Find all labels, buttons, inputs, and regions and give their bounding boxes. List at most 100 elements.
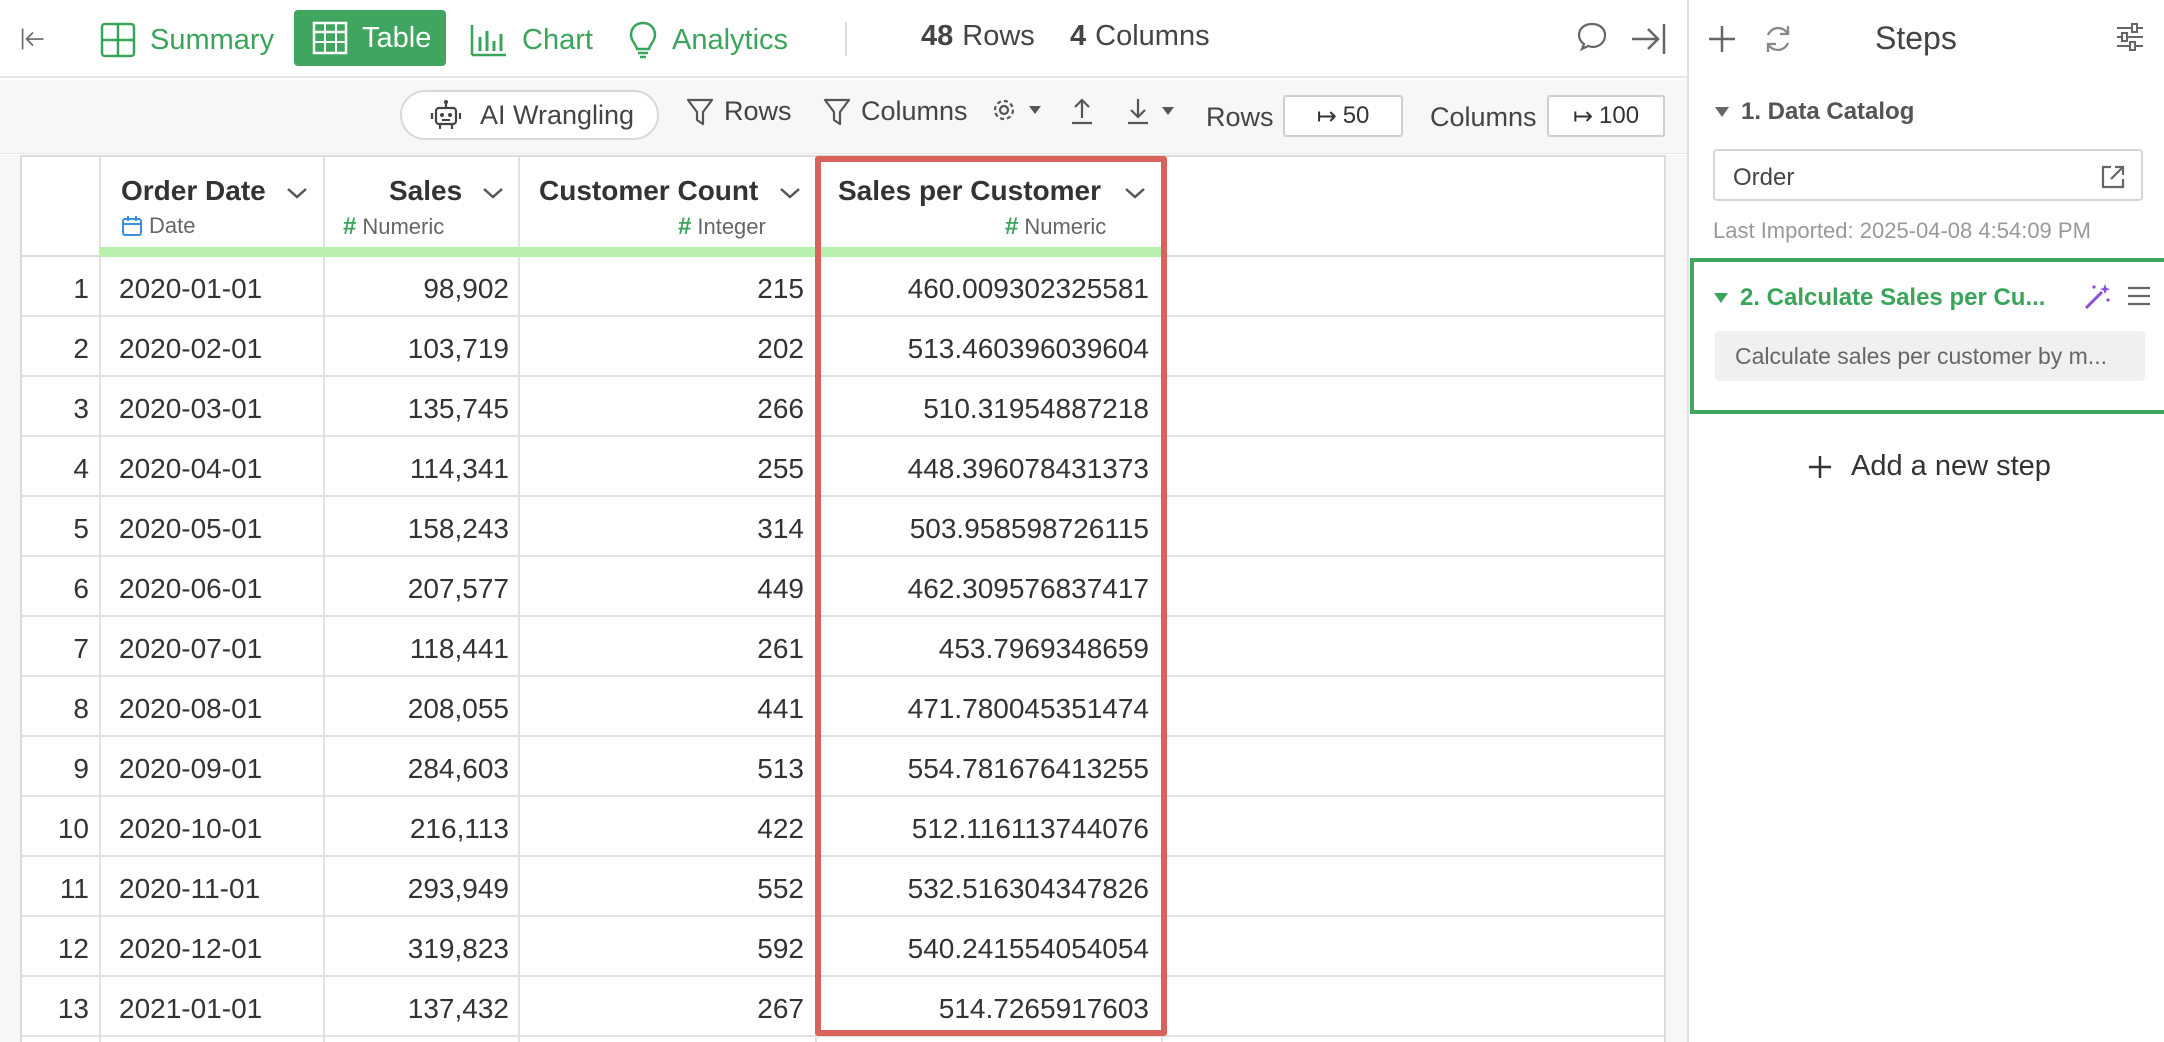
table-cell[interactable]: 2020-03-01 [119,393,262,425]
step-data-catalog-header[interactable]: 1. Data Catalog [1715,98,1914,126]
columns-filter-button[interactable]: Columns [823,96,968,127]
table-cell[interactable]: 513.460396039604 [908,333,1149,365]
table-cell[interactable]: 2021-01-01 [119,993,262,1025]
table-cell[interactable]: 510.31954887218 [923,393,1149,425]
table-row[interactable]: 9 2020-09-01 284,603 513 554.781676413255 [22,737,1664,797]
table-cell[interactable]: 284,603 [408,753,509,785]
tab-table[interactable]: Table [294,10,446,66]
table-cell[interactable]: 103,719 [408,333,509,365]
table-cell[interactable]: 2020-07-01 [119,633,262,665]
table-cell[interactable]: 158,243 [408,513,509,545]
table-cell[interactable]: 503.958598726115 [910,513,1149,545]
table-cell[interactable]: 554.781676413255 [908,753,1149,785]
table-cell[interactable]: 552 [757,873,804,905]
chevron-down-icon[interactable] [778,185,802,201]
table-cell[interactable]: 314 [757,513,804,545]
collapse-panel-icon[interactable] [1630,20,1682,58]
table-cell[interactable]: 2020-08-01 [119,693,262,725]
table-cell[interactable]: 2020-09-01 [119,753,262,785]
table-cell[interactable]: 261 [757,633,804,665]
table-cell[interactable]: 98,902 [423,273,509,305]
chevron-down-icon[interactable] [481,185,505,201]
table-cell[interactable]: 441 [757,693,804,725]
column-header-sales-per-customer[interactable]: Sales per Customer # Numeric [815,157,1161,257]
back-arrow-icon[interactable] [20,19,60,59]
table-row[interactable]: 10 2020-10-01 216,113 422 512.116113744076 [22,797,1664,857]
table-cell[interactable]: 207,577 [408,573,509,605]
collapse-triangle-icon[interactable] [1714,293,1728,303]
chevron-down-icon[interactable] [285,185,309,201]
table-row[interactable]: 8 2020-08-01 208,055 441 471.780045351474 [22,677,1664,737]
table-cell[interactable]: 267 [757,993,804,1025]
add-new-step-button[interactable]: Add a new step [1807,450,2051,483]
refresh-icon[interactable] [1761,22,1795,56]
table-row[interactable]: 2 2020-02-01 103,719 202 513.460396039604 [22,317,1664,377]
column-header-sales[interactable]: Sales # Numeric [323,157,518,257]
table-cell[interactable]: 2020-05-01 [119,513,262,545]
collapse-triangle-icon[interactable] [1715,107,1729,117]
column-header-order-date[interactable]: Order Date Date [99,157,323,257]
magic-wand-icon[interactable] [2082,282,2112,312]
column-header-customer-count[interactable]: Customer Count # Integer [518,157,815,257]
table-row[interactable]: 13 2021-01-01 137,432 267 514.7265917603 [22,977,1664,1037]
table-row[interactable]: 5 2020-05-01 158,243 314 503.958598726115 [22,497,1664,557]
table-cell[interactable]: 448.396078431373 [908,453,1149,485]
upload-icon[interactable] [1069,96,1105,126]
table-cell[interactable]: 2020-06-01 [119,573,262,605]
table-cell[interactable]: 2020-11-01 [119,873,260,905]
table-cell[interactable]: 540.241554054054 [908,933,1149,965]
external-link-icon[interactable] [2099,163,2127,191]
table-cell[interactable]: 513 [757,753,804,785]
table-cell[interactable]: 2020-10-01 [119,813,262,845]
download-dropdown[interactable] [1125,96,1185,126]
table-cell[interactable]: 216,113 [410,813,509,845]
chevron-down-icon[interactable] [1123,185,1147,201]
table-cell[interactable]: 266 [757,393,804,425]
table-cell[interactable]: 532.516304347826 [908,873,1149,905]
step-calculate-card[interactable]: 2. Calculate Sales per Cu... Calculate s… [1690,258,2164,414]
rows-filter-button[interactable]: Rows [686,96,792,127]
table-cell[interactable]: 449 [757,573,804,605]
table-cell[interactable]: 2020-04-01 [119,453,262,485]
table-cell[interactable]: 471.780045351474 [908,693,1149,725]
table-row[interactable]: 11 2020-11-01 293,949 552 532.516304347826 [22,857,1664,917]
table-cell[interactable]: 255 [757,453,804,485]
table-cell[interactable]: 319,823 [408,933,509,965]
table-cell[interactable]: 422 [757,813,804,845]
table-row[interactable]: 7 2020-07-01 118,441 261 453.7969348659 [22,617,1664,677]
table-cell[interactable]: 2020-01-01 [119,273,262,305]
step-calculate-header[interactable]: 2. Calculate Sales per Cu... [1714,284,2045,312]
table-row[interactable]: 6 2020-06-01 207,577 449 462.309576837417 [22,557,1664,617]
tab-analytics[interactable]: Analytics [628,14,788,66]
table-cell[interactable]: 2020-12-01 [119,933,262,965]
tab-summary[interactable]: Summary [100,14,274,66]
table-row[interactable]: 3 2020-03-01 135,745 266 510.31954887218 [22,377,1664,437]
table-row[interactable]: 1 2020-01-01 98,902 215 460.009302325581 [22,257,1664,317]
table-cell[interactable]: 462.309576837417 [908,573,1149,605]
table-row[interactable]: 4 2020-04-01 114,341 255 448.396078431373 [22,437,1664,497]
table-cell[interactable]: 460.009302325581 [908,273,1149,305]
table-cell[interactable]: 137,432 [408,993,509,1025]
table-cell[interactable]: 293,949 [408,873,509,905]
hamburger-menu-icon[interactable] [2126,284,2152,308]
table-cell[interactable]: 215 [757,273,804,305]
table-cell[interactable]: 2020-02-01 [119,333,262,365]
tab-chart[interactable]: Chart [470,14,593,66]
table-cell[interactable]: 114,341 [410,453,509,485]
ai-wrangling-button[interactable]: AI Wrangling [400,90,659,140]
table-cell[interactable]: 592 [757,933,804,965]
settings-dropdown[interactable] [990,96,1052,124]
table-cell[interactable]: 202 [757,333,804,365]
comment-icon[interactable] [1576,20,1622,52]
catalog-source-field[interactable]: Order [1713,149,2143,201]
table-cell[interactable]: 118,441 [410,633,509,665]
step-calculate-description[interactable]: Calculate sales per customer by m... [1715,331,2145,381]
table-cell[interactable]: 208,055 [408,693,509,725]
sliders-icon[interactable] [2115,22,2145,52]
table-cell[interactable]: 514.7265917603 [939,993,1149,1025]
plus-icon[interactable] [1707,22,1737,56]
table-cell[interactable]: 512.116113744076 [912,813,1149,845]
table-row[interactable]: 12 2020-12-01 319,823 592 540.241554054054 [22,917,1664,977]
table-cell[interactable]: 135,745 [408,393,509,425]
table-cell[interactable]: 453.7969348659 [939,633,1149,665]
